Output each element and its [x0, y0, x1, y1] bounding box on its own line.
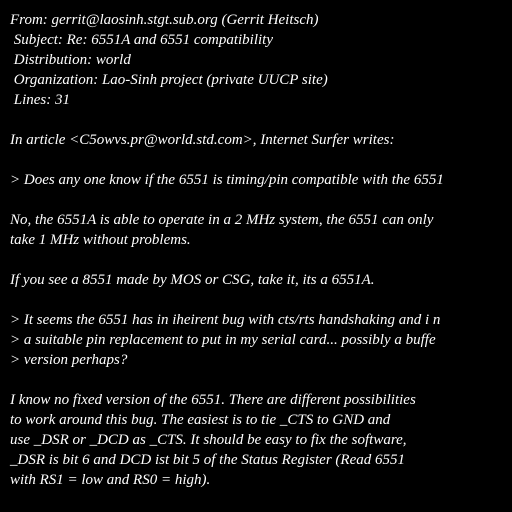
header-lines: Lines: 31: [10, 92, 70, 108]
body-line: _DSR is bit 6 and DCD ist bit 5 of the S…: [10, 452, 405, 468]
body-line: take 1 MHz without problems.: [10, 232, 191, 248]
attribution-line: In article <C5owvs.pr@world.std.com>, In…: [10, 132, 395, 148]
body-line: If you see a 8551 made by MOS or CSG, ta…: [10, 272, 375, 288]
body-line: use _DSR or _DCD as _CTS. It should be e…: [10, 432, 407, 448]
header-subject: Subject: Re: 6551A and 6551 compatibilit…: [10, 32, 274, 48]
quoted-line: > a suitable pin replacement to put in m…: [10, 332, 436, 348]
body-line: No, the 6551A is able to operate in a 2 …: [10, 212, 434, 228]
article-text: From: gerrit@laosinh.stgt.sub.org (Gerri…: [0, 10, 512, 512]
quoted-line: > version perhaps?: [10, 352, 128, 368]
header-from: From: gerrit@laosinh.stgt.sub.org (Gerri…: [10, 12, 319, 28]
header-distribution: Distribution: world: [10, 52, 131, 68]
body-line: with RS1 = low and RS0 = high).: [10, 472, 211, 488]
body-line: to work around this bug. The easiest is …: [10, 412, 391, 428]
quoted-line: > It seems the 6551 has in iheirent bug …: [10, 312, 441, 328]
body-line: I know no fixed version of the 6551. The…: [10, 392, 416, 408]
header-organization: Organization: Lao-Sinh project (private …: [10, 72, 328, 88]
quoted-line: > Does any one know if the 6551 is timin…: [10, 172, 444, 188]
